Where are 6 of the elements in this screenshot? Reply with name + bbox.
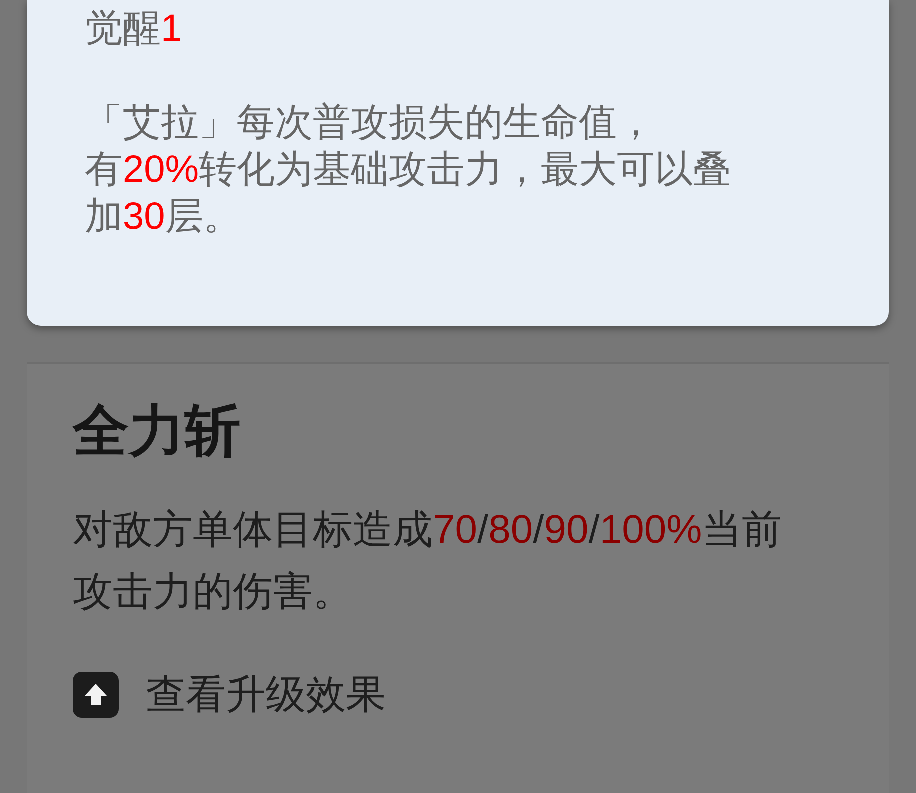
- skill-description: 对敌方单体目标造成70/80/90/100%当前攻击力的伤害。: [73, 507, 784, 616]
- skill-title: 全力斩: [73, 398, 241, 464]
- popup-title: 觉醒1: [85, 7, 182, 52]
- upgrade-link[interactable]: 查看升级效果: [73, 671, 386, 719]
- popup-description: 有20%转化为基础攻击力，最大可以叠加30层。: [85, 148, 732, 240]
- popup-description: 「艾拉」每次普攻损失的生命值，: [85, 101, 655, 146]
